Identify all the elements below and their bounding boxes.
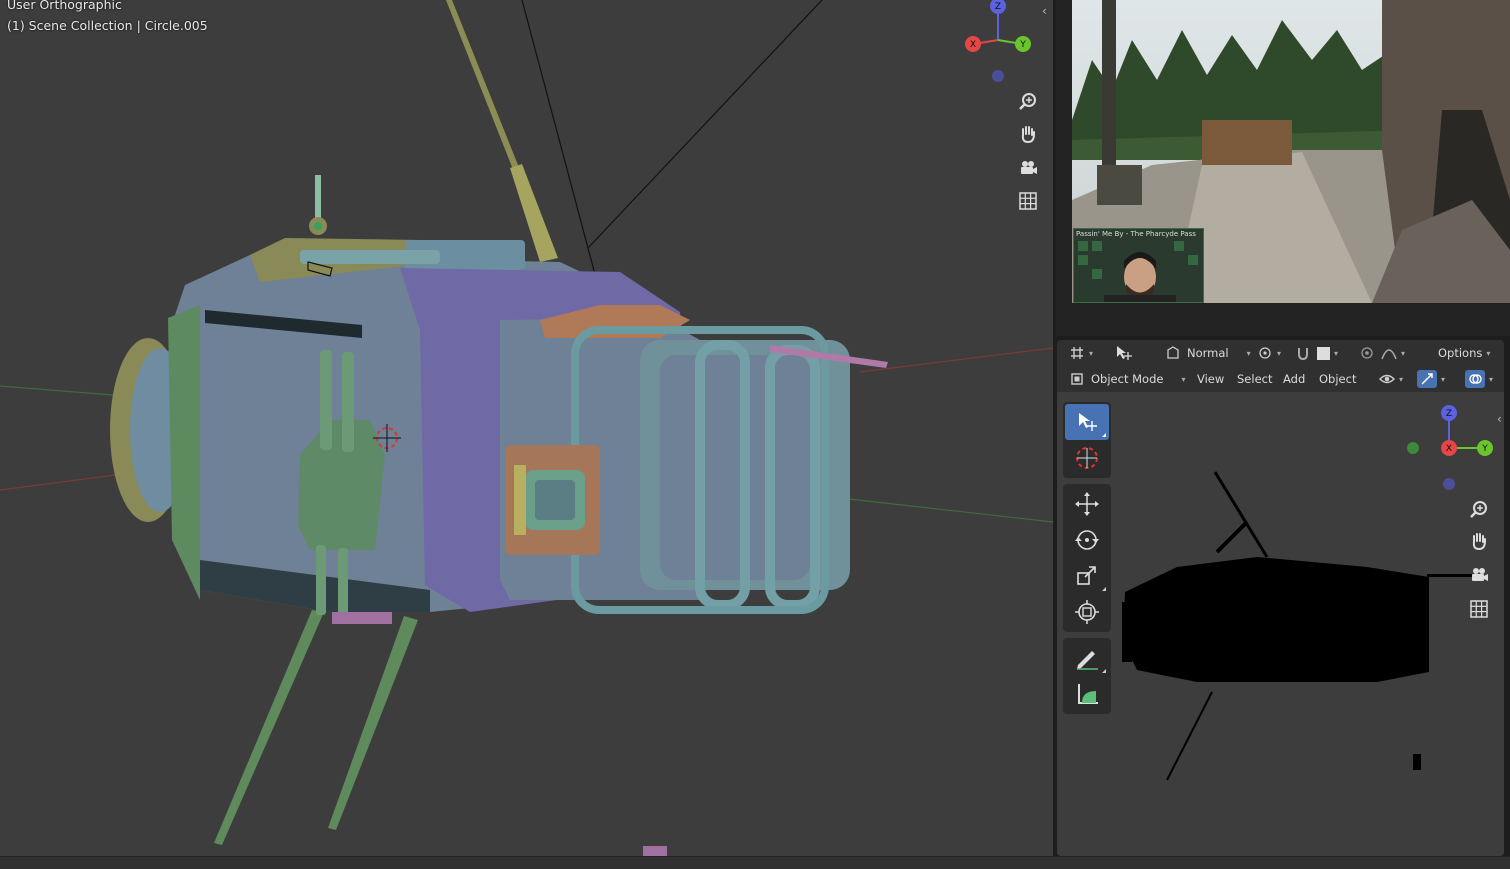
transform-orientation-label: Normal xyxy=(1187,346,1229,360)
mode-label: Object Mode xyxy=(1091,372,1164,386)
webcam-overlay: Passin' Me By - The Pharcyde Pass xyxy=(1073,228,1204,303)
overlay-toggle[interactable]: ▾ xyxy=(1465,370,1493,388)
scene-render xyxy=(0,0,1053,856)
scale-tool[interactable] xyxy=(1065,558,1109,594)
gizmo-right-z-label: Z xyxy=(1446,409,1452,419)
viewport-collection-info: (1) Scene Collection | Circle.005 xyxy=(7,18,208,33)
annotate-tool[interactable] xyxy=(1065,640,1109,676)
sidebar-collapse-arrow-right[interactable]: ‹ xyxy=(1497,412,1502,426)
visibility-dropdown[interactable]: ▾ xyxy=(1379,371,1403,387)
gizmo-z-label: Z xyxy=(995,2,1001,12)
annotate-pencil-icon xyxy=(1077,651,1098,670)
tool-shelf xyxy=(1063,402,1111,720)
gizmo-toggle[interactable]: ▾ xyxy=(1417,370,1445,388)
orientation-icon xyxy=(1167,346,1179,359)
object-mode-dropdown[interactable]: Object Mode ▾ xyxy=(1069,371,1185,387)
viewport-view-name: User Orthographic xyxy=(7,0,122,12)
proportional-edit-icon xyxy=(1361,347,1373,359)
snap-target-icon xyxy=(1317,346,1330,360)
proportional-editing-toggle[interactable] xyxy=(1359,345,1375,361)
gizmo-right-y-label: Y xyxy=(1481,444,1488,454)
snap-toggle[interactable] xyxy=(1295,345,1311,361)
options-dropdown[interactable]: Options ▾ xyxy=(1438,346,1490,360)
editor-type-dropdown[interactable]: ▾ xyxy=(1069,345,1093,361)
zoom-icon[interactable] xyxy=(1015,88,1041,114)
object-mode-icon xyxy=(1071,373,1083,385)
rotate-tool[interactable] xyxy=(1065,522,1109,558)
tool-settings-header: ▾ Normal ▾ ▾ ▾ ▾ Options ▾ xyxy=(1057,340,1504,366)
select-tool-icon[interactable] xyxy=(1115,344,1133,362)
move-tool[interactable] xyxy=(1065,486,1109,522)
menu-view[interactable]: View xyxy=(1197,372,1224,386)
eye-icon xyxy=(1379,374,1395,384)
3d-cursor-icon xyxy=(1076,447,1098,469)
overlay-toggle-icon xyxy=(1465,370,1485,388)
select-box-tool[interactable] xyxy=(1065,404,1109,440)
navigation-gizmo[interactable]: Z X Y xyxy=(962,0,1034,86)
status-bar xyxy=(0,856,1510,869)
falloff-curve-icon xyxy=(1381,349,1397,360)
menu-add[interactable]: Add xyxy=(1283,372,1305,386)
gizmo-y-label: Y xyxy=(1019,40,1026,50)
pan-hand-icon[interactable] xyxy=(1015,121,1041,147)
grid-icon[interactable] xyxy=(1466,596,1492,622)
rotate-icon xyxy=(1075,530,1099,550)
navigation-gizmo-right[interactable]: Z X Y xyxy=(1405,404,1501,496)
transform-tool[interactable] xyxy=(1065,594,1109,630)
camera-icon[interactable] xyxy=(1466,562,1492,588)
scale-icon xyxy=(1077,566,1096,585)
pivot-icon xyxy=(1259,347,1271,359)
secondary-3d-viewport[interactable]: ▾ Normal ▾ ▾ ▾ ▾ Options ▾ Object Mode ▾… xyxy=(1057,340,1504,856)
transform-orientation-dropdown[interactable]: Normal ▾ xyxy=(1165,345,1251,361)
move-icon xyxy=(1075,492,1099,516)
editor-type-icon xyxy=(1071,347,1083,359)
options-label: Options xyxy=(1438,346,1483,360)
pan-hand-icon[interactable] xyxy=(1466,528,1492,554)
grid-icon[interactable] xyxy=(1015,188,1041,214)
magnet-icon xyxy=(1298,348,1308,361)
gizmo-right-x-label: X xyxy=(1446,444,1452,454)
camera-icon[interactable] xyxy=(1015,155,1041,181)
falloff-dropdown[interactable]: ▾ xyxy=(1381,345,1405,361)
sidebar-collapse-arrow[interactable]: ‹ xyxy=(1042,4,1047,18)
pivot-point-dropdown[interactable]: ▾ xyxy=(1257,345,1281,361)
webcam-song-caption: Passin' Me By - The Pharcyde Pass xyxy=(1076,230,1196,238)
gizmo-toggle-icon xyxy=(1417,370,1437,388)
select-box-icon xyxy=(1079,413,1097,431)
measure-tool[interactable] xyxy=(1065,676,1109,712)
cursor-tool[interactable] xyxy=(1065,440,1109,476)
zoom-icon[interactable] xyxy=(1466,496,1492,522)
main-3d-viewport[interactable]: User Orthographic (1) Scene Collection |… xyxy=(0,0,1053,856)
menu-object[interactable]: Object xyxy=(1319,372,1356,386)
menu-select[interactable]: Select xyxy=(1237,372,1272,386)
gizmo-x-label: X xyxy=(970,40,976,50)
measure-ruler-icon xyxy=(1078,684,1098,704)
viewport-menu-header: Object Mode ▾ View Select Add Object ▾ ▾… xyxy=(1057,366,1504,392)
snap-target-dropdown[interactable]: ▾ xyxy=(1317,346,1338,360)
transform-icon xyxy=(1075,600,1099,624)
